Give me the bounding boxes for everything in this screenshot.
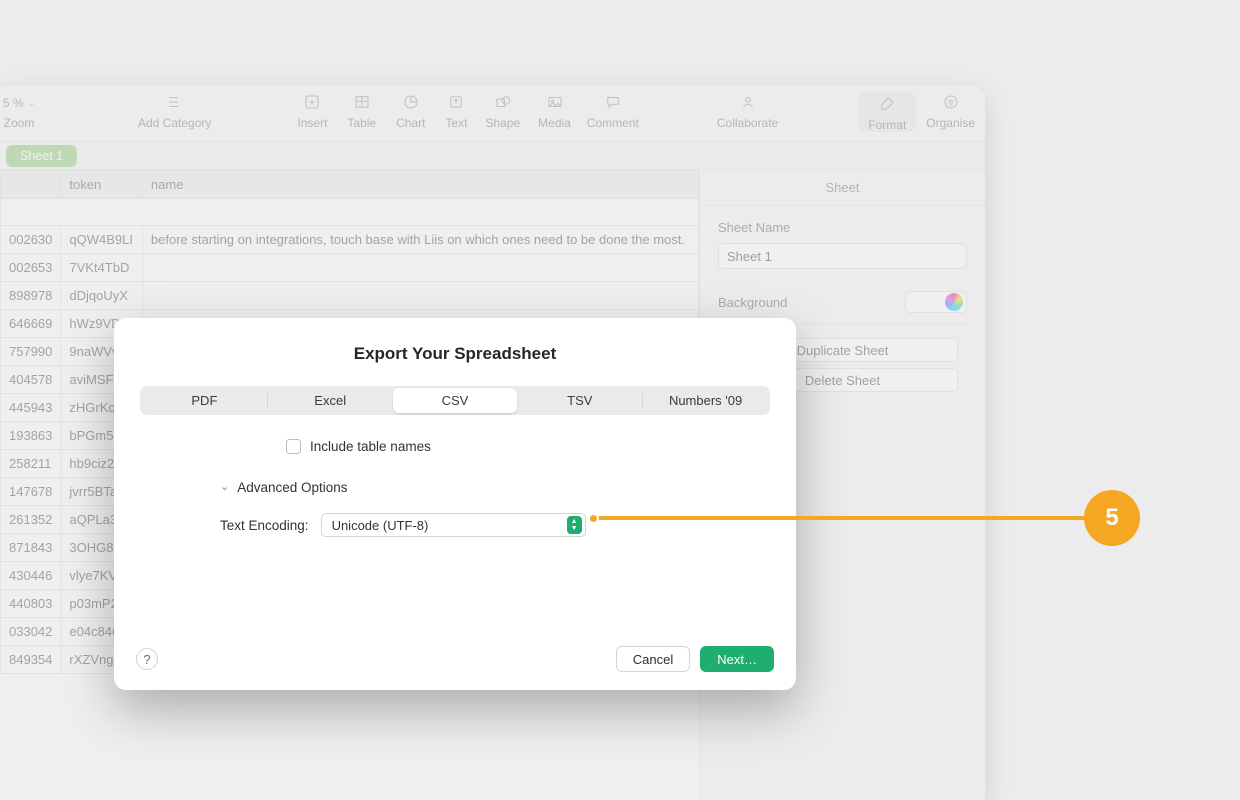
seg-tsv[interactable]: TSV xyxy=(517,388,642,413)
include-table-names-checkbox[interactable] xyxy=(286,439,301,454)
export-dialog: Export Your Spreadsheet PDF Excel CSV TS… xyxy=(114,318,796,690)
image-icon xyxy=(546,93,564,114)
cell[interactable]: 002630 xyxy=(1,226,61,254)
text-encoding-select[interactable]: Unicode (UTF-8) ▲▼ xyxy=(321,513,586,537)
toolbar: 5 % ⌄ Zoom Add Category Insert Table xyxy=(0,86,985,142)
annotation-step-badge: 5 xyxy=(1084,490,1140,546)
sheet-tab[interactable]: Sheet 1 xyxy=(6,145,77,167)
text-encoding-value: Unicode (UTF-8) xyxy=(332,518,429,533)
background-color-well[interactable] xyxy=(905,291,967,313)
pie-icon xyxy=(402,93,420,114)
speech-icon xyxy=(604,93,622,114)
sheet-name-label: Sheet Name xyxy=(718,220,967,235)
table-row[interactable]: 0026537VKt4TbD xyxy=(1,254,699,282)
cell[interactable]: before starting on integrations, touch b… xyxy=(142,226,698,254)
annotation-anchor-dot xyxy=(588,513,599,524)
advanced-options-label: Advanced Options xyxy=(237,480,347,495)
media-button[interactable]: Media xyxy=(538,92,571,130)
zoom-label: Zoom xyxy=(4,116,35,130)
chart-button[interactable]: Chart xyxy=(396,92,425,130)
table-row[interactable]: 002630qQW4B9LIbefore starting on integra… xyxy=(1,226,699,254)
next-button[interactable]: Next… xyxy=(700,646,774,672)
annotation-leader-line xyxy=(596,516,1086,520)
list-icon xyxy=(166,93,184,114)
filter-icon xyxy=(942,93,960,114)
collaborate-icon xyxy=(739,93,757,114)
cell[interactable]: 258211 xyxy=(1,450,61,478)
cell[interactable]: 445943 xyxy=(1,394,61,422)
brush-icon xyxy=(878,95,896,116)
cell[interactable]: dDjqoUyX xyxy=(61,282,143,310)
cell[interactable]: qQW4B9LI xyxy=(61,226,143,254)
cell[interactable] xyxy=(142,254,698,282)
col-header-a[interactable] xyxy=(1,171,61,199)
format-button[interactable]: Format xyxy=(858,92,916,132)
text-encoding-label: Text Encoding: xyxy=(220,518,309,533)
add-category-button[interactable]: Add Category xyxy=(138,92,211,130)
cell[interactable]: 440803 xyxy=(1,590,61,618)
table-icon xyxy=(353,93,371,114)
sidebar-title: Sheet xyxy=(700,170,985,206)
col-header-name[interactable]: name xyxy=(142,171,698,199)
format-segmented-control: PDF Excel CSV TSV Numbers '09 xyxy=(140,386,770,415)
seg-excel[interactable]: Excel xyxy=(268,388,393,413)
text-button[interactable]: Text xyxy=(445,92,467,130)
seg-numbers09[interactable]: Numbers '09 xyxy=(643,388,768,413)
sheet-name-input[interactable] xyxy=(718,243,967,269)
background-label: Background xyxy=(718,295,787,310)
zoom-control[interactable]: 5 % ⌄ Zoom xyxy=(0,92,44,130)
cell[interactable]: 757990 xyxy=(1,338,61,366)
include-table-names-row[interactable]: Include table names xyxy=(286,439,796,454)
cell[interactable]: 261352 xyxy=(1,506,61,534)
shape-button[interactable]: Shape xyxy=(485,92,520,130)
cell[interactable]: 646669 xyxy=(1,310,61,338)
dialog-footer: ? Cancel Next… xyxy=(114,646,796,672)
table-row[interactable]: 898978dDjqoUyX xyxy=(1,282,699,310)
dialog-title: Export Your Spreadsheet xyxy=(114,344,796,364)
comment-button[interactable]: Comment xyxy=(587,92,639,130)
chevron-down-icon: ⌄ xyxy=(220,480,229,493)
text-icon xyxy=(447,93,465,114)
cell[interactable]: 193863 xyxy=(1,422,61,450)
cell[interactable]: 7VKt4TbD xyxy=(61,254,143,282)
cell[interactable]: 033042 xyxy=(1,618,61,646)
cell[interactable]: 147678 xyxy=(1,478,61,506)
cell[interactable]: 002653 xyxy=(1,254,61,282)
color-wheel-icon xyxy=(945,293,963,311)
insert-button[interactable]: Insert xyxy=(297,92,327,130)
cancel-button[interactable]: Cancel xyxy=(616,646,690,672)
sheet-tab-bar: Sheet 1 xyxy=(0,142,985,170)
cell[interactable]: 849354 xyxy=(1,646,61,674)
advanced-options-toggle[interactable]: ⌄ Advanced Options xyxy=(220,480,796,495)
chevron-down-icon: ⌄ xyxy=(28,98,36,109)
annotation-number: 5 xyxy=(1105,504,1118,532)
cell[interactable] xyxy=(142,282,698,310)
seg-pdf[interactable]: PDF xyxy=(142,388,267,413)
include-table-names-label: Include table names xyxy=(310,439,431,454)
cell[interactable]: 430446 xyxy=(1,562,61,590)
table-header-row: token name xyxy=(1,171,699,199)
cell[interactable]: 898978 xyxy=(1,282,61,310)
seg-csv[interactable]: CSV xyxy=(393,388,518,413)
table-button[interactable]: Table xyxy=(347,92,376,130)
plus-box-icon xyxy=(303,93,321,114)
cell[interactable]: 404578 xyxy=(1,366,61,394)
updown-icon: ▲▼ xyxy=(567,516,582,534)
cell[interactable]: 871843 xyxy=(1,534,61,562)
zoom-value: 5 % xyxy=(3,96,24,110)
sheet-tab-label: Sheet 1 xyxy=(20,149,63,163)
organise-button[interactable]: Organise xyxy=(926,92,975,130)
shape-icon xyxy=(494,93,512,114)
collaborate-button[interactable]: Collaborate xyxy=(717,92,778,130)
col-header-token[interactable]: token xyxy=(61,171,143,199)
help-button[interactable]: ? xyxy=(136,648,158,670)
